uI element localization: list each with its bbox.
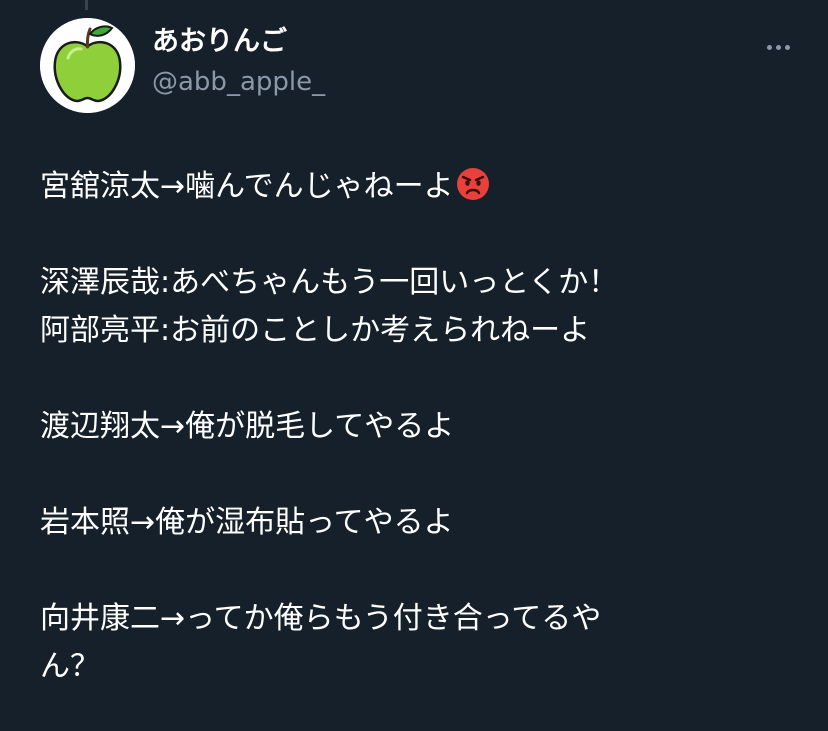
tweet-line: 阿部亮平:お前のことしか考えられねーよ [40, 313, 591, 348]
green-apple-icon [40, 18, 135, 113]
more-dots-icon [775, 44, 781, 50]
tweet-line-text: 宮舘涼太→噛んでんじゃねーよ [40, 169, 454, 204]
tweet-header: あおりんご @abb_apple_ [40, 18, 800, 118]
tweet-line: 岩本照→俺が湿布貼ってやるよ [40, 505, 454, 540]
more-dots-icon [784, 44, 790, 50]
thread-connector-line [85, 0, 88, 10]
avatar[interactable] [40, 18, 135, 113]
pouting-face-icon [456, 167, 490, 201]
tweet-line: 深澤辰哉:あべちゃんもう一回いっとくか！ [40, 265, 619, 300]
user-names: あおりんご @abb_apple_ [152, 24, 325, 100]
tweet-line: 宮舘涼太→噛んでんじゃねーよ [40, 163, 800, 211]
tweet-line: 向井康二→ってか俺らもう付き合ってるや [40, 601, 602, 636]
more-options-button[interactable] [756, 32, 800, 62]
more-dots-icon [766, 44, 772, 50]
tweet-line: 渡辺翔太→俺が脱毛してやるよ [40, 409, 455, 444]
user-handle[interactable]: @abb_apple_ [152, 64, 325, 100]
tweet-line: ん？ [40, 649, 100, 684]
tweet-text: 宮舘涼太→噛んでんじゃねーよ 深澤辰哉:あべちゃんもう一回いっとくか！ 阿部亮平… [40, 163, 800, 691]
display-name[interactable]: あおりんご [152, 24, 325, 60]
